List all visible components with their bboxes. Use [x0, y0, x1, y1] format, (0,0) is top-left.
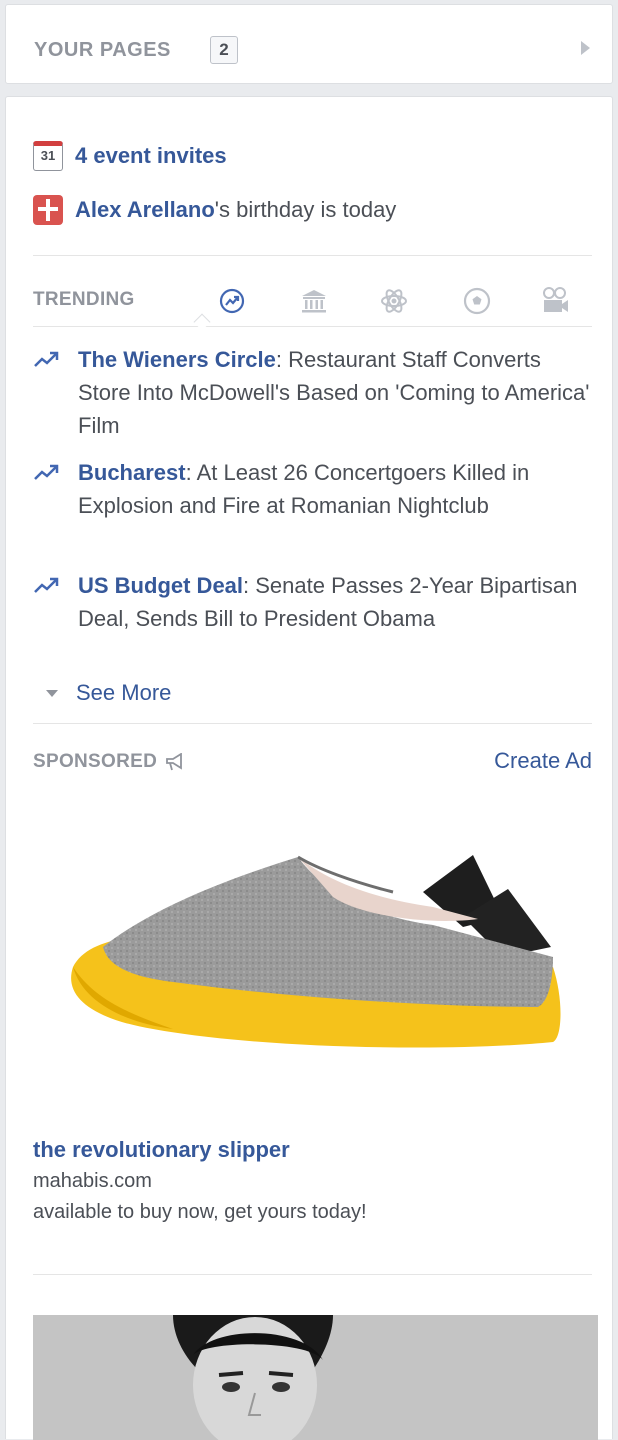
ad-title-link[interactable]: the revolutionary slipper [33, 1137, 290, 1163]
trending-arrow-icon [34, 464, 59, 480]
calendar-icon: 31 [33, 141, 63, 171]
birthday-name-link[interactable]: Alex Arellano [75, 197, 215, 223]
trending-icon[interactable] [216, 285, 248, 317]
your-pages-card[interactable]: YOUR PAGES 2 [5, 4, 613, 84]
trending-arrow-icon [34, 351, 59, 367]
trending-item[interactable]: US Budget Deal: Senate Passes 2-Year Bip… [33, 569, 593, 635]
ad-description: available to buy now, get yours today! [33, 1201, 367, 1223]
trending-arrow-icon [34, 577, 59, 593]
event-invites-link[interactable]: 4 event invites [75, 143, 227, 169]
second-ad-image[interactable] [33, 1315, 598, 1440]
sponsored-label: SPONSORED [33, 751, 158, 772]
gift-icon [33, 195, 63, 225]
trending-topic-title[interactable]: US Budget Deal [78, 573, 243, 598]
your-pages-label: YOUR PAGES [34, 39, 171, 61]
see-more-button[interactable]: See More [46, 680, 171, 706]
sponsored-header: SPONSORED [33, 751, 185, 773]
birthday-suffix: 's birthday is today [214, 197, 397, 222]
trending-topic-title[interactable]: The Wieners Circle [78, 347, 276, 372]
politics-icon[interactable] [298, 285, 330, 317]
divider [33, 255, 592, 256]
trending-label: TRENDING [33, 289, 135, 310]
birthday-reminder[interactable]: Alex Arellano's birthday is today [33, 195, 396, 225]
person-portrait-image [33, 1315, 598, 1440]
trending-item[interactable]: The Wieners Circle: Restaurant Staff Con… [33, 343, 593, 442]
expand-arrow-icon[interactable] [581, 41, 590, 55]
megaphone-icon [166, 753, 183, 771]
trending-item[interactable]: Bucharest: At Least 26 Concertgoers Kill… [33, 456, 593, 522]
right-column-card: 31 4 event invites Alex Arellano's birth… [5, 96, 613, 1440]
divider [33, 1274, 592, 1275]
chevron-down-icon [46, 689, 58, 697]
trending-topic-title[interactable]: Bucharest [78, 460, 186, 485]
ad-domain: mahabis.com [33, 1170, 152, 1192]
event-invites-reminder[interactable]: 31 4 event invites [33, 141, 227, 171]
sports-icon[interactable] [461, 285, 493, 317]
divider [33, 326, 592, 327]
trending-header: TRENDING [33, 277, 598, 325]
see-more-label: See More [76, 680, 172, 705]
science-icon[interactable] [378, 285, 410, 317]
divider [33, 723, 592, 724]
create-ad-link[interactable]: Create Ad [494, 748, 592, 774]
your-pages-count-badge: 2 [210, 36, 238, 64]
ad-product-image[interactable] [33, 797, 598, 1117]
entertainment-icon[interactable] [539, 285, 571, 317]
